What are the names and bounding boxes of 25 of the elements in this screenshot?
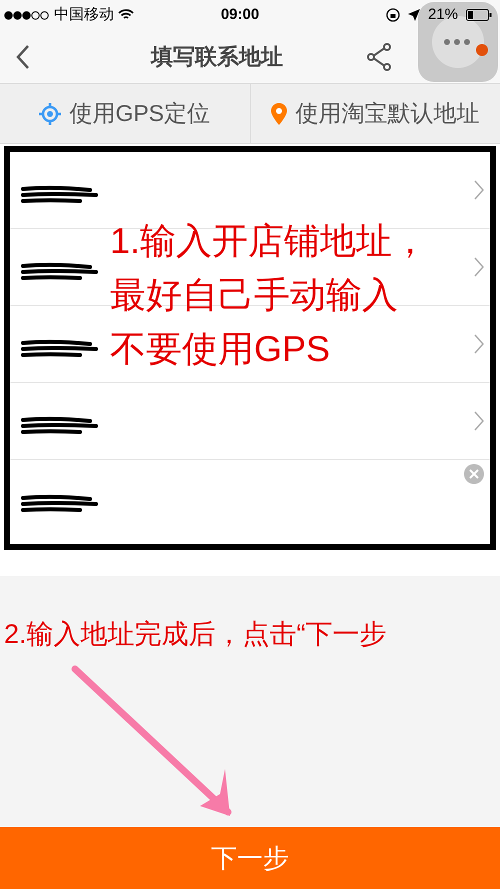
back-icon xyxy=(16,44,30,70)
more-dots-icon xyxy=(443,38,473,46)
floating-menu-button[interactable] xyxy=(418,2,498,82)
chevron-right-icon xyxy=(474,257,484,277)
annotation-text: 2.输入地址完成后，点击“下一步 xyxy=(4,619,387,649)
location-arrow-icon xyxy=(408,9,420,21)
close-icon xyxy=(469,469,479,479)
chevron-right-icon xyxy=(474,411,484,431)
signal-icon xyxy=(4,10,50,20)
crosshair-icon xyxy=(39,102,62,124)
annotation-text: 1.输入开店铺地址， 最好自己手动输入 不要使用GPS xyxy=(110,219,428,371)
battery-icon xyxy=(466,9,492,21)
map-pin-icon xyxy=(271,102,288,124)
wifi-icon xyxy=(118,9,134,21)
location-option[interactable]: 使用GPS定位 xyxy=(0,84,250,143)
status-time: 09:00 xyxy=(220,4,260,25)
location-option[interactable]: 使用淘宝默认地址 xyxy=(250,84,500,143)
page-title: 填写联系地址 xyxy=(151,43,283,71)
share-button[interactable] xyxy=(364,42,394,72)
chevron-right-icon xyxy=(474,180,484,200)
rotation-lock-icon xyxy=(386,8,400,22)
chevron-right-icon xyxy=(474,334,484,354)
battery-percent: 21% xyxy=(428,4,458,25)
carrier-name: 中国移动 xyxy=(54,4,114,25)
share-icon xyxy=(366,42,392,70)
